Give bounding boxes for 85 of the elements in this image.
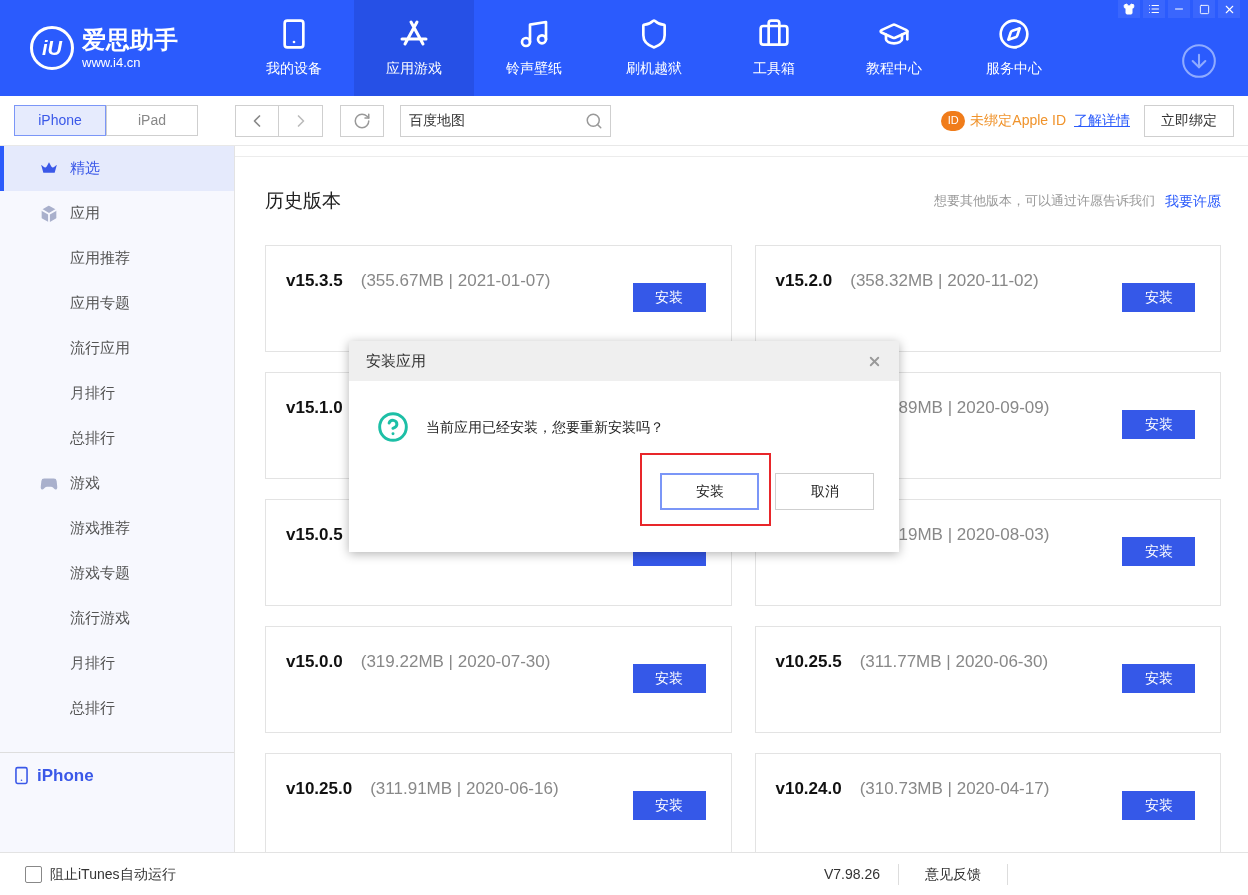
nav-tab[interactable]: 铃声壁纸 xyxy=(474,0,594,96)
back-button[interactable] xyxy=(235,104,279,137)
sidebar-item[interactable]: 总排行 xyxy=(0,416,234,461)
menu-icon xyxy=(1148,3,1160,15)
sidebar-item[interactable]: 总排行 xyxy=(0,686,234,731)
version-number: v15.0.0 xyxy=(286,651,343,673)
compass-icon xyxy=(998,17,1030,50)
nav-tab[interactable]: 刷机越狱 xyxy=(594,0,714,96)
refresh-icon xyxy=(353,111,371,130)
menu-button[interactable] xyxy=(1143,0,1165,18)
logo-mark: iU xyxy=(30,26,74,70)
checkbox[interactable] xyxy=(25,865,42,883)
bind-button[interactable]: 立即绑定 xyxy=(1144,104,1234,137)
device-tab[interactable]: iPad xyxy=(106,105,198,136)
nav-tab[interactable]: 工具箱 xyxy=(714,0,834,96)
section-title: 历史版本 xyxy=(265,188,341,213)
sidebar-item[interactable]: 月排行 xyxy=(0,371,234,416)
nav-tab[interactable]: 教程中心 xyxy=(834,0,954,96)
nav-tab[interactable]: 我的设备 xyxy=(234,0,354,96)
version-details: (311.91MB | 2020-06-16) xyxy=(370,778,559,800)
wish-link[interactable]: 我要许愿 xyxy=(1165,190,1221,212)
maximize-icon xyxy=(1198,3,1210,15)
search-icon xyxy=(585,111,603,130)
skin-button[interactable] xyxy=(1118,0,1140,18)
question-icon xyxy=(377,411,409,443)
dialog-message: 当前应用已经安装，您要重新安装吗？ xyxy=(426,417,664,437)
install-button[interactable]: 安装 xyxy=(1122,664,1195,693)
close-button[interactable] xyxy=(1218,0,1240,18)
nav-tab[interactable]: 服务中心 xyxy=(954,0,1074,96)
apple-id-badge: ID xyxy=(941,110,966,131)
sidebar-item[interactable]: 流行应用 xyxy=(0,326,234,371)
sidebar-item[interactable]: 应用专题 xyxy=(0,281,234,326)
version-details: (319.22MB | 2020-07-30) xyxy=(360,651,551,673)
sidebar-item[interactable]: 精选 xyxy=(0,146,234,191)
phone-icon xyxy=(12,766,31,786)
device-tab[interactable]: iPhone xyxy=(14,105,106,136)
sidebar-item[interactable]: 应用推荐 xyxy=(0,236,234,281)
version-details: 19MB | 2020-08-03) xyxy=(898,524,1050,546)
app-name: 爱思助手 xyxy=(82,27,178,52)
apple-id-notice: 未绑定Apple ID xyxy=(970,111,1066,130)
version-number: v15.1.0 xyxy=(286,397,343,419)
forward-button[interactable] xyxy=(279,104,323,137)
download-button[interactable] xyxy=(1180,42,1218,80)
cube-icon xyxy=(38,202,60,225)
sidebar-item[interactable]: 流行游戏 xyxy=(0,596,234,641)
version-details: (311.77MB | 2020-06-30) xyxy=(859,651,1049,673)
shirt-icon xyxy=(1123,3,1135,15)
install-button[interactable]: 安装 xyxy=(632,664,706,693)
version-details: 89MB | 2020-09-09) xyxy=(898,397,1050,419)
install-button[interactable]: 安装 xyxy=(632,283,706,312)
checkbox-label: 阻止iTunes自动运行 xyxy=(50,864,176,884)
install-button[interactable]: 安装 xyxy=(1122,537,1195,566)
version-details: (355.67MB | 2021-01-07) xyxy=(360,270,551,292)
dialog-title: 安装应用 xyxy=(366,350,426,371)
dialog-button[interactable]: 取消 xyxy=(775,473,874,510)
version-number: v10.25.0 xyxy=(286,778,353,800)
sidebar-item[interactable]: 月排行 xyxy=(0,641,234,686)
version-number: v15.0.5 xyxy=(286,524,343,546)
sidebar-item[interactable]: 游戏推荐 xyxy=(0,506,234,551)
install-button[interactable]: 安装 xyxy=(632,791,706,820)
version-number: v15.3.5 xyxy=(286,270,343,292)
refresh-button[interactable] xyxy=(340,104,384,137)
download-icon xyxy=(1180,42,1218,80)
version-label: V7.98.26 xyxy=(823,863,899,885)
install-button[interactable]: 安装 xyxy=(1122,410,1195,439)
version-number: v15.2.0 xyxy=(775,270,833,292)
wish-hint: 想要其他版本，可以通过许愿告诉我们 xyxy=(934,192,1155,211)
version-details: (358.32MB | 2020-11-02) xyxy=(850,270,1039,292)
sidebar-item[interactable]: 游戏 xyxy=(0,461,234,506)
device-name: iPhone xyxy=(37,765,94,787)
search-field[interactable]: 百度地图 xyxy=(400,104,611,137)
nav-tab[interactable]: 应用游戏 xyxy=(354,0,474,96)
version-number: v10.24.0 xyxy=(775,778,842,800)
install-button[interactable]: 安装 xyxy=(1122,283,1195,312)
version-number: v10.25.5 xyxy=(775,651,842,673)
dialog-button[interactable]: 安装 xyxy=(660,473,759,510)
app-url: www.i4.cn xyxy=(82,55,142,69)
sidebar-item[interactable]: 游戏专题 xyxy=(0,551,234,596)
learn-more-link[interactable]: 了解详情 xyxy=(1074,110,1130,131)
feedback-button[interactable]: 意见反馈 xyxy=(899,863,1008,885)
install-button[interactable]: 安装 xyxy=(1122,791,1195,820)
version-details: (310.73MB | 2020-04-17) xyxy=(859,778,1050,800)
sidebar-item[interactable]: 应用 xyxy=(0,191,234,236)
minimize-button[interactable] xyxy=(1168,0,1190,18)
maximize-button[interactable] xyxy=(1193,0,1215,18)
